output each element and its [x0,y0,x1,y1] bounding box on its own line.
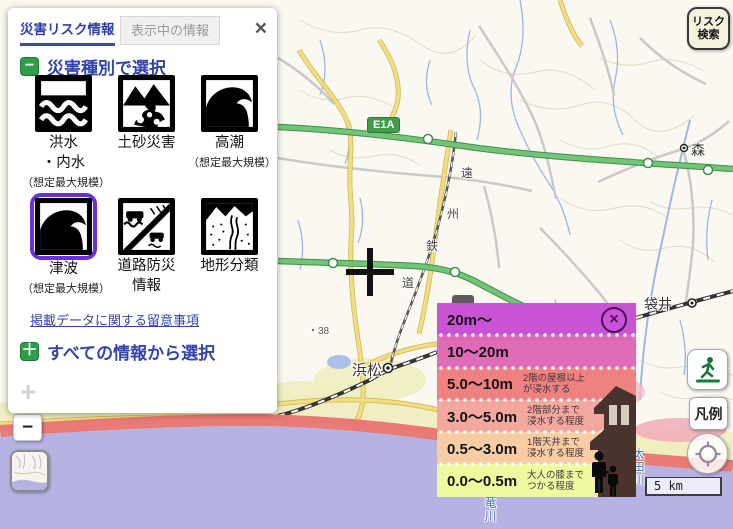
spot-elevation-label: ・38 [308,322,329,337]
city-label-hamamatsu: 浜松 [352,359,382,380]
legend-close-icon[interactable]: × [601,307,627,333]
disaster-icon-grid: 洪水 ・内水 （想定最大規模） 土砂災害 高潮 [22,75,271,321]
item-label: 洪水 [49,135,78,152]
town-label-mori: 森 [691,140,705,160]
current-location-button[interactable] [687,433,728,474]
railway-label-char: 道 [402,274,414,291]
disaster-item-tsunami[interactable]: 津波 （想定最大規模） [22,198,105,321]
railway-label-char: 鉄 [426,237,438,254]
disaster-item-landform[interactable]: 地形分類 [188,198,271,321]
running-person-icon [693,355,723,385]
risk-search-label: 検索 [698,29,720,42]
tsunami-icon [35,198,92,255]
storm-surge-icon [201,75,258,132]
zoom-in-ghost: + [20,376,36,408]
zoom-out-button[interactable]: − [13,414,42,441]
selection-border [30,193,97,260]
tsunami-depth-legend: 20m〜 × 10〜20m 5.0〜10m 2階の屋根以上が浸水する 3.0〜5… [437,303,636,497]
section-title: すべての情報から選択 [47,339,215,364]
depth-range: 20m〜 [447,309,492,330]
railway-label-char: 遠 [461,164,473,181]
item-label: ・内水 [42,155,86,172]
landslide-icon [118,75,175,132]
disaster-risk-panel: 災害リスク情報 表示中の情報 × − 災害種別で選択 洪水 ・内水 （想定最大規… [8,8,277,413]
city-label-fukuroi: 袋井 [644,294,672,314]
legend-row: 10〜20m [437,335,636,367]
close-icon[interactable]: × [255,18,267,39]
lake [327,355,351,369]
collapse-minus-icon[interactable]: − [20,57,39,76]
depth-range: 5.0〜10m [447,373,513,394]
data-notes-link[interactable]: 掲載データに関する留意事項 [30,310,199,329]
item-label: 津波 [49,261,78,278]
depth-description: 2階部分まで浸水する程度 [527,405,584,427]
item-label: 土砂災害 [118,135,176,152]
disaster-item-storm-surge[interactable]: 高潮 （想定最大規模） [188,75,271,198]
overview-map-button[interactable] [10,450,49,492]
depth-range: 0.5〜3.0m [447,438,517,459]
risk-search-label: リスク [692,16,725,29]
expressway-badge: E1A [367,117,400,133]
item-label: 情報 [132,278,161,295]
scale-bar: 5 km [645,477,722,496]
map-center-crosshair [346,248,394,296]
landform-icon [201,198,258,255]
legend-row: 20m〜 × [437,303,636,335]
depth-range: 10〜20m [447,341,509,362]
section-all-info[interactable]: ＋ すべての情報から選択 [20,339,215,364]
panel-tab-bar: 災害リスク情報 表示中の情報 × [8,8,277,46]
disaster-item-flood[interactable]: 洪水 ・内水 （想定最大規模） [22,75,105,198]
tab-displayed-info[interactable]: 表示中の情報 [120,16,220,45]
adult-child-icon [590,451,620,497]
depth-range: 0.0〜0.5m [447,470,517,491]
depth-range: 3.0〜5.0m [447,406,517,427]
crosshair-target-icon [694,440,722,468]
item-label: 地形分類 [201,258,259,275]
hazard-map-app: E1A 浜松 袋井 森 ・38 遠 州 鉄 道 太田川 天竜川 災害リスク情報 … [0,0,733,529]
disaster-item-landslide[interactable]: 土砂災害 [105,75,188,198]
risk-search-button[interactable]: リスク 検索 [687,7,730,50]
depth-description: 1階天井まで浸水する程度 [527,437,584,459]
item-note: （想定最大規模） [188,154,271,170]
railway-label-char: 州 [447,205,459,222]
expand-plus-icon[interactable]: ＋ [20,342,39,361]
depth-description: 2階の屋根以上が浸水する [523,373,585,395]
tab-disaster-risk-info[interactable]: 災害リスク情報 [20,18,115,46]
depth-description: 大人の膝までつかる程度 [527,470,584,492]
legend-toggle-button[interactable]: 凡例 [689,397,728,430]
item-note: （想定最大規模） [22,174,105,190]
disaster-item-road-disaster[interactable]: 道路防災 情報 [105,198,188,321]
flood-icon [35,75,92,132]
minimap-thumbnail [12,452,47,490]
item-note: （想定最大規模） [22,280,105,296]
item-label: 道路防災 [118,258,176,275]
road-disaster-icon [118,198,175,255]
evacuation-site-button[interactable] [687,349,728,390]
item-label: 高潮 [215,135,244,152]
